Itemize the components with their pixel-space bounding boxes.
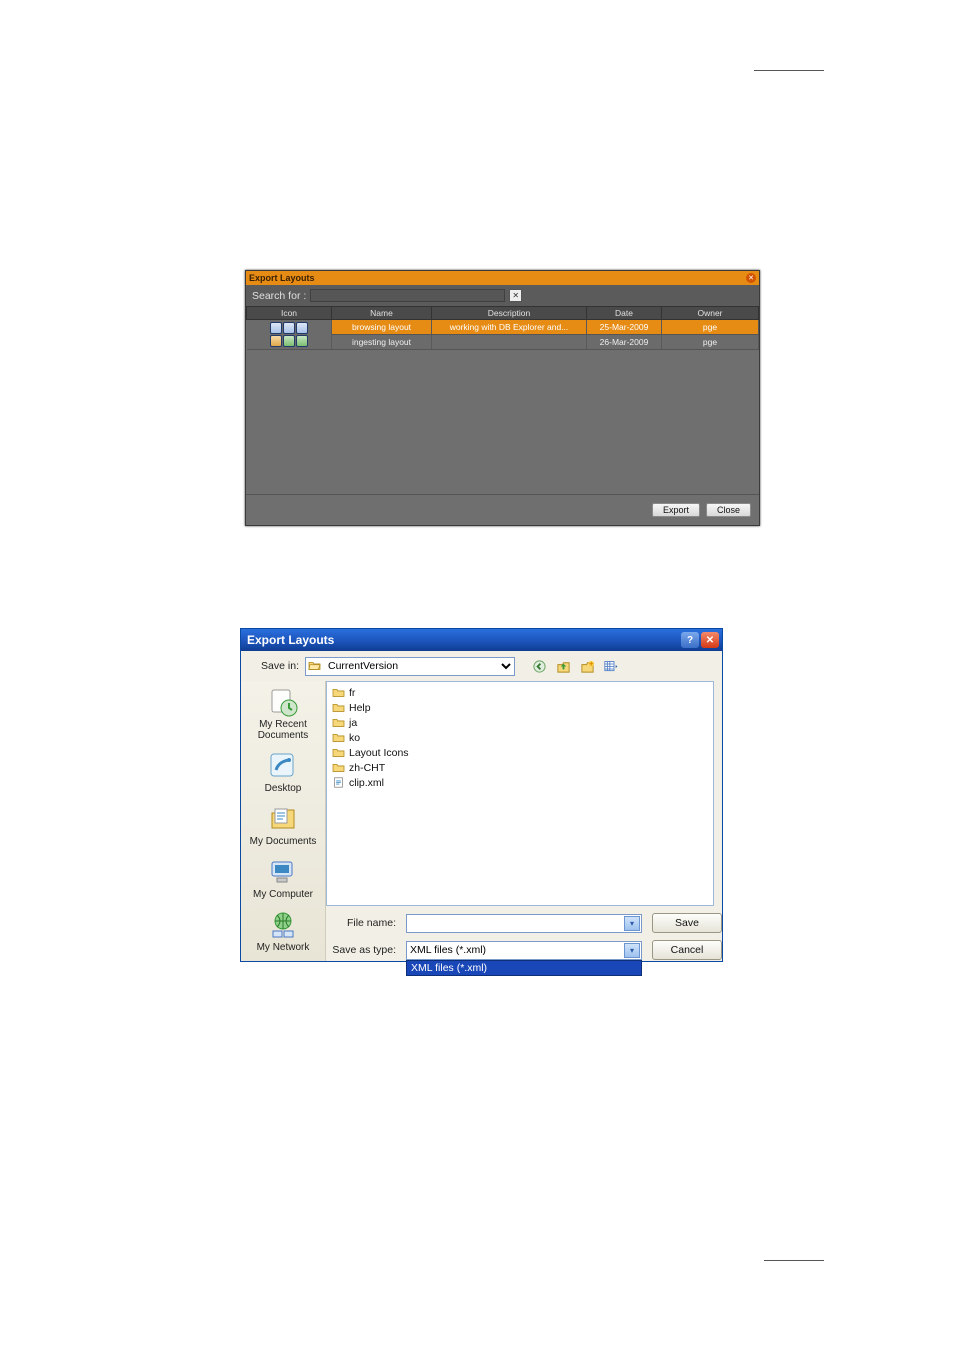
- saveastype-open-option[interactable]: XML files (*.xml): [406, 960, 642, 976]
- file-name: ja: [349, 717, 357, 729]
- save-button[interactable]: Save: [652, 913, 722, 933]
- dlg1-title-text: Export Layouts: [249, 273, 315, 283]
- layout-thumb-icon: [248, 322, 331, 334]
- views-icon[interactable]: [601, 656, 621, 676]
- places-desktop[interactable]: Desktop: [244, 747, 322, 800]
- file-name: clip.xml: [349, 777, 384, 789]
- dlg1-footer: Export Close: [246, 495, 759, 525]
- saveastype-value: XML files (*.xml): [410, 944, 486, 956]
- search-input[interactable]: [310, 289, 505, 302]
- file-name: ko: [349, 732, 360, 744]
- chevron-down-icon[interactable]: ▾: [624, 916, 640, 931]
- file-name: Layout Icons: [349, 747, 409, 759]
- cell-desc: [432, 335, 587, 350]
- dlg1-titlebar[interactable]: Export Layouts ✕: [246, 271, 759, 285]
- places-mynetwork[interactable]: My Network: [244, 906, 322, 959]
- list-item[interactable]: fr: [332, 685, 708, 700]
- col-owner[interactable]: Owner: [662, 307, 759, 320]
- places-bar: My Recent Documents Desktop My Documents…: [241, 681, 326, 961]
- places-mydocs[interactable]: My Documents: [244, 800, 322, 853]
- cell-name: ingesting layout: [332, 335, 432, 350]
- chevron-down-icon[interactable]: ▾: [624, 943, 640, 958]
- folder-icon: [332, 687, 345, 698]
- export-button[interactable]: Export: [652, 503, 700, 517]
- list-item[interactable]: zh-CHT: [332, 760, 708, 775]
- table-empty-area: [246, 350, 759, 495]
- list-item[interactable]: clip.xml: [332, 775, 708, 790]
- search-row: Search for : ✕: [246, 285, 759, 306]
- place-label: Desktop: [265, 783, 302, 794]
- header-rule: [754, 70, 824, 71]
- export-layouts-saveas-dialog: Export Layouts ? ✕ Save in: CurrentVersi…: [240, 628, 723, 962]
- xml-file-icon: [332, 777, 345, 788]
- place-label: My Recent Documents: [258, 719, 309, 741]
- cell-date: 26-Mar-2009: [587, 335, 662, 350]
- cancel-button[interactable]: Cancel: [652, 940, 722, 960]
- back-icon[interactable]: [529, 656, 549, 676]
- file-name: zh-CHT: [349, 762, 385, 774]
- export-layouts-dialog-dark: Export Layouts ✕ Search for : ✕ Icon Nam…: [245, 270, 760, 526]
- col-icon[interactable]: Icon: [247, 307, 332, 320]
- close-icon[interactable]: ✕: [701, 632, 719, 648]
- place-label: My Computer: [253, 889, 313, 900]
- file-name: fr: [349, 687, 355, 699]
- mydocs-icon: [267, 803, 299, 835]
- clear-search-icon[interactable]: ✕: [509, 289, 522, 302]
- place-label: My Documents: [250, 836, 317, 847]
- filename-label: File name:: [326, 917, 396, 929]
- folder-icon: [332, 717, 345, 728]
- dlg2-titlebar[interactable]: Export Layouts ? ✕: [241, 629, 722, 651]
- file-list[interactable]: fr Help ja ko Layout Icons zh-CHT clip.x…: [326, 681, 714, 906]
- place-label: My Network: [257, 942, 310, 953]
- computer-icon: [267, 856, 299, 888]
- desktop-icon: [267, 750, 299, 782]
- table-header-row[interactable]: Icon Name Description Date Owner: [247, 307, 759, 320]
- col-desc[interactable]: Description: [432, 307, 587, 320]
- savein-row: Save in: CurrentVersion: [241, 651, 722, 681]
- option-label: XML files (*.xml): [411, 962, 487, 974]
- up-one-level-icon[interactable]: [553, 656, 573, 676]
- folder-icon: [332, 747, 345, 758]
- layouts-table: Icon Name Description Date Owner browsin…: [246, 306, 759, 350]
- close-icon[interactable]: ✕: [746, 273, 756, 283]
- list-item[interactable]: ja: [332, 715, 708, 730]
- file-name: Help: [349, 702, 371, 714]
- cell-name: browsing layout: [332, 320, 432, 335]
- cell-date: 25-Mar-2009: [587, 320, 662, 335]
- recent-docs-icon: [267, 686, 299, 718]
- footer-rule: [764, 1260, 824, 1261]
- list-item[interactable]: Layout Icons: [332, 745, 708, 760]
- new-folder-icon[interactable]: [577, 656, 597, 676]
- dlg2-title-text: Export Layouts: [247, 633, 334, 647]
- folder-icon: [332, 732, 345, 743]
- saveastype-dropdown[interactable]: XML files (*.xml) ▾ XML files (*.xml): [406, 941, 642, 960]
- savein-dropdown[interactable]: CurrentVersion: [305, 657, 515, 676]
- filename-input[interactable]: ▾: [406, 914, 642, 933]
- savein-label: Save in:: [249, 660, 299, 672]
- list-item[interactable]: ko: [332, 730, 708, 745]
- open-folder-icon: [308, 660, 321, 671]
- col-name[interactable]: Name: [332, 307, 432, 320]
- cell-owner: pge: [662, 320, 759, 335]
- col-date[interactable]: Date: [587, 307, 662, 320]
- list-item[interactable]: Help: [332, 700, 708, 715]
- network-icon: [267, 909, 299, 941]
- close-button[interactable]: Close: [706, 503, 751, 517]
- folder-icon: [332, 702, 345, 713]
- layout-thumb-icon: [248, 335, 331, 347]
- places-recent[interactable]: My Recent Documents: [244, 683, 322, 747]
- saveastype-label: Save as type:: [326, 944, 396, 956]
- cell-desc: working with DB Explorer and...: [432, 320, 587, 335]
- help-icon[interactable]: ?: [681, 632, 699, 648]
- folder-icon: [332, 762, 345, 773]
- search-label: Search for :: [252, 290, 306, 302]
- cell-owner: pge: [662, 335, 759, 350]
- places-mycomputer[interactable]: My Computer: [244, 853, 322, 906]
- table-row[interactable]: browsing layout working with DB Explorer…: [247, 320, 759, 335]
